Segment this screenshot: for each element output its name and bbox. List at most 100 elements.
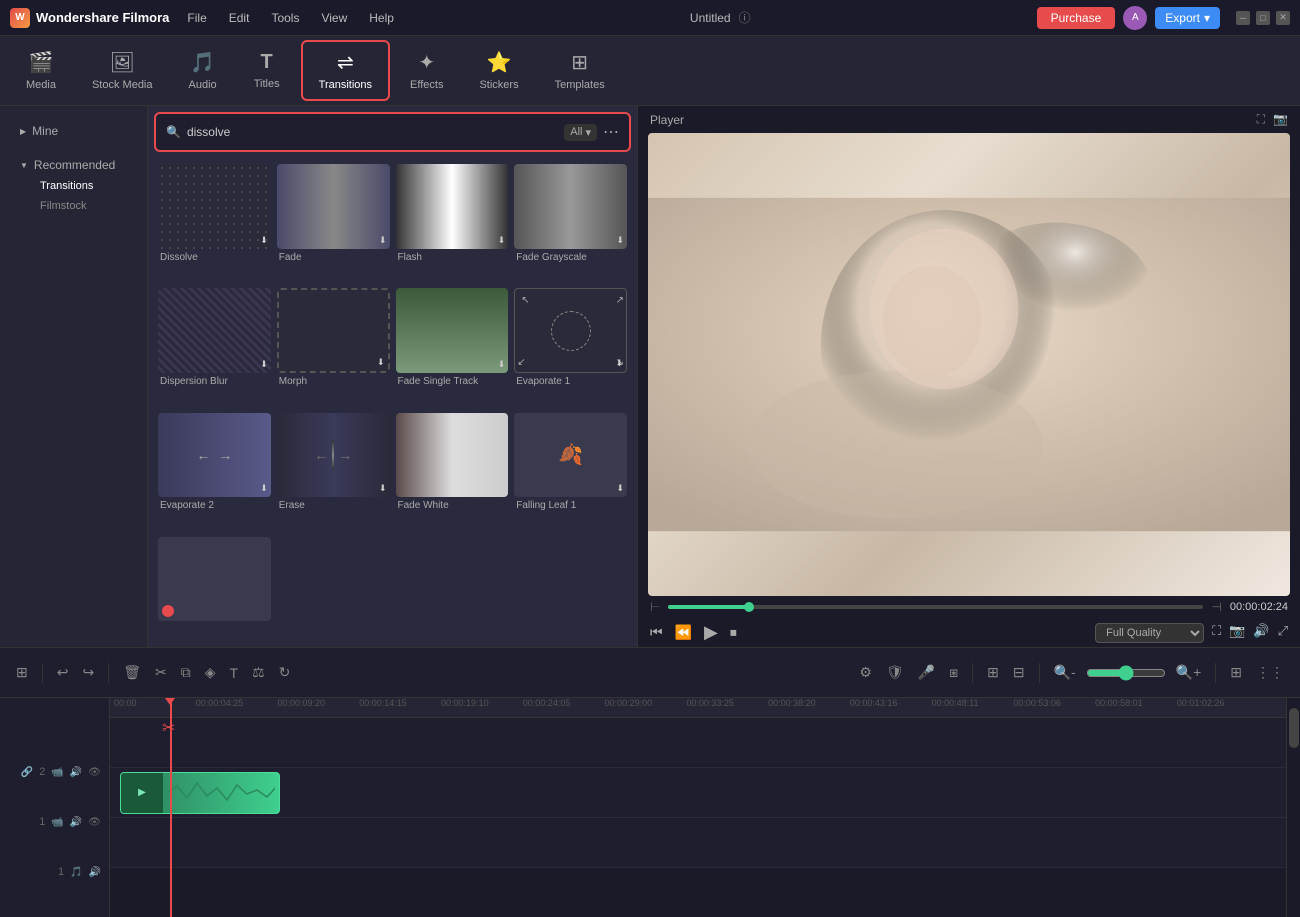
panel-recommended-header[interactable]: ▼ Recommended <box>12 154 135 176</box>
tool-templates[interactable]: ⊞ Templates <box>539 42 621 99</box>
transition-item-evaporate-1[interactable]: ↖↗ ↙↘ ⬇ Evaporate 1 <box>514 288 627 406</box>
download-icon: ⬇ <box>260 235 268 246</box>
tool-effects[interactable]: ✦ Effects <box>394 42 459 99</box>
stop-button[interactable]: ⏹ <box>730 624 737 641</box>
download-icon: ⬇ <box>379 483 387 494</box>
play-button[interactable]: ▶ <box>704 622 718 643</box>
track-link-icon: 🔗 <box>21 767 33 778</box>
adjust-button[interactable]: ⚖ <box>248 660 269 685</box>
panel-subitem-filmstock[interactable]: Filmstock <box>12 196 135 216</box>
split-button[interactable]: ⊞ <box>983 660 1003 685</box>
track-row-video2 <box>110 718 1286 768</box>
info-icon[interactable]: ⓘ <box>739 9 751 26</box>
panel-mine-header[interactable]: ▶ Mine <box>12 120 135 142</box>
vertical-scrollbar[interactable] <box>1286 698 1300 917</box>
transition-item-fade[interactable]: ⬇ Fade <box>277 164 390 282</box>
transition-item-morph[interactable]: ⬇ Morph <box>277 288 390 406</box>
progress-fill <box>668 605 748 609</box>
tool-transitions[interactable]: ⇌ Transitions <box>301 40 390 101</box>
transition-item-erase[interactable]: ← → ⬇ Erase <box>277 413 390 531</box>
delete-button[interactable]: 🗑 <box>119 660 145 685</box>
quality-select[interactable]: Full Quality Half Quality Quarter Qualit… <box>1095 623 1204 643</box>
tag-button[interactable]: ◈ <box>201 660 220 685</box>
export-button[interactable]: Export ▾ <box>1155 7 1220 29</box>
panel-subitem-transitions[interactable]: Transitions <box>12 176 135 196</box>
step-back-button[interactable]: ⏪ <box>675 624 692 641</box>
cut-button[interactable]: ✂ <box>151 660 171 685</box>
minimize-button[interactable]: ─ <box>1236 11 1250 25</box>
more-options-button[interactable]: ⋯ <box>603 122 619 142</box>
filter-dropdown[interactable]: All ▾ <box>564 124 597 141</box>
track-eye-icon[interactable]: 👁 <box>88 767 101 778</box>
shield-button[interactable]: 🛡 <box>882 660 908 685</box>
tool-media[interactable]: 🎬 Media <box>10 42 72 99</box>
track-volume-icon[interactable]: 🔊 <box>70 767 82 778</box>
fullscreen-icon[interactable]: ⛶ <box>1257 112 1265 127</box>
tool-effects-label: Effects <box>410 79 443 91</box>
more-button[interactable]: ⋮⋮ <box>1252 660 1288 685</box>
mic-button[interactable]: 🎤 <box>914 660 939 685</box>
zoom-out-button[interactable]: 🔍- <box>1050 660 1080 685</box>
rewind-button[interactable]: ⏮ <box>650 624 663 641</box>
snapshot-button[interactable]: 📷 <box>1229 623 1245 643</box>
transition-item-fade-single-track[interactable]: ⬇ Fade Single Track <box>396 288 509 406</box>
tool-media-label: Media <box>26 79 56 91</box>
menu-view[interactable]: View <box>311 7 357 29</box>
track-eye-icon-2[interactable]: 👁 <box>88 817 101 828</box>
transition-item-dissolve[interactable]: ⬇ Dissolve <box>158 164 271 282</box>
layout-button[interactable]: ⊞ <box>12 660 32 685</box>
snapshot-icon[interactable]: 📷 <box>1273 112 1288 127</box>
settings-button[interactable]: ⚙ <box>855 660 876 685</box>
progress-handle[interactable] <box>744 602 754 612</box>
track-volume-icon-2[interactable]: 🔊 <box>70 817 82 828</box>
mine-arrow-icon: ▶ <box>20 127 26 136</box>
tool-audio[interactable]: 🎵 Audio <box>173 42 233 99</box>
chevron-down-icon: ▾ <box>585 126 591 139</box>
purchase-button[interactable]: Purchase <box>1037 7 1116 29</box>
transition-label-dissolve: Dissolve <box>158 252 271 263</box>
progress-bar[interactable] <box>668 605 1203 609</box>
playhead[interactable]: ✂ <box>170 698 172 917</box>
video-clip[interactable]: ▶ <box>120 772 280 814</box>
zoom-slider[interactable] <box>1086 665 1166 681</box>
ruler-mark-5: 00:00:24:05 <box>523 698 571 708</box>
audio-volume-icon[interactable]: 🔊 <box>89 867 101 878</box>
tool-stickers[interactable]: ⭐ Stickers <box>463 42 534 99</box>
search-input[interactable] <box>187 125 558 139</box>
range-start-icon: ⊢ <box>650 600 660 614</box>
avatar[interactable]: A <box>1123 6 1147 30</box>
text-button[interactable]: T <box>226 661 243 685</box>
top-bar-right: Purchase A Export ▾ ─ □ ✕ <box>1037 6 1290 30</box>
player-video-content <box>648 133 1290 596</box>
fullscreen-button[interactable]: ⤢ <box>1278 623 1288 643</box>
player-icons: ⛶ 📷 <box>1257 112 1288 127</box>
maximize-button[interactable]: □ <box>1256 11 1270 25</box>
close-button[interactable]: ✕ <box>1276 11 1290 25</box>
transition-item-evaporate-2[interactable]: ←→ ⬇ Evaporate 2 <box>158 413 271 531</box>
transition-label-fade-grayscale: Fade Grayscale <box>514 252 627 263</box>
redo-button[interactable]: ↪ <box>78 660 98 685</box>
volume-button[interactable]: 🔊 <box>1253 623 1269 643</box>
tool-titles[interactable]: T Titles <box>237 43 297 98</box>
insert-button[interactable]: ⊟ <box>1009 660 1029 685</box>
menu-file[interactable]: File <box>177 7 216 29</box>
loop-button[interactable]: ↻ <box>275 660 295 685</box>
fit-screen-button[interactable]: ⛶ <box>1212 623 1221 643</box>
transition-item-falling-leaf-1[interactable]: 🍂 ⬇ Falling Leaf 1 <box>514 413 627 531</box>
transition-label-flash: Flash <box>396 252 509 263</box>
menu-tools[interactable]: Tools <box>261 7 309 29</box>
menu-edit[interactable]: Edit <box>219 7 260 29</box>
transition-item-fade-white[interactable]: ⬇ Fade White <box>396 413 509 531</box>
zoom-in-button[interactable]: 🔍+ <box>1172 660 1206 685</box>
layers-button[interactable]: ⧆ <box>945 660 962 685</box>
transition-item-flash[interactable]: ⬇ Flash <box>396 164 509 282</box>
wrap-button[interactable]: ⧉ <box>177 660 195 685</box>
scrollbar-thumb[interactable] <box>1289 708 1299 748</box>
grid-button[interactable]: ⊞ <box>1226 660 1246 685</box>
undo-button[interactable]: ↩ <box>53 660 73 685</box>
transition-item-fade-grayscale[interactable]: ⬇ Fade Grayscale <box>514 164 627 282</box>
transition-item-extra[interactable] <box>158 537 271 641</box>
tool-stock-media[interactable]: 🖼 Stock Media <box>76 42 169 99</box>
transition-item-dispersion-blur[interactable]: ⬇ Dispersion Blur <box>158 288 271 406</box>
menu-help[interactable]: Help <box>359 7 404 29</box>
